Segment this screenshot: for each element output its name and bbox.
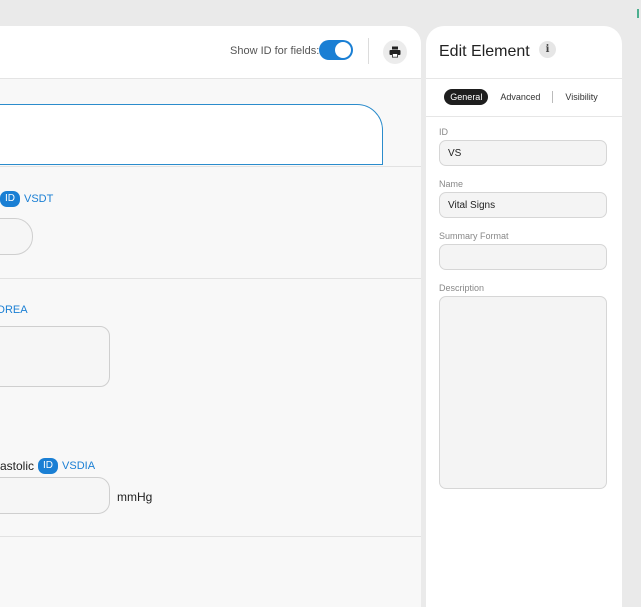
- tab-divider: [552, 91, 554, 103]
- diastolic-label: astolic: [0, 459, 35, 473]
- edit-element-title: Edit Element: [439, 43, 530, 60]
- row-divider: [0, 536, 421, 537]
- name-field-label: Name: [439, 179, 464, 189]
- description-label: Description: [439, 283, 485, 293]
- editor-title-divider: [426, 78, 622, 79]
- id-field-label: ID: [439, 127, 448, 137]
- name-field[interactable]: Vital Signs: [439, 192, 607, 218]
- builder-toolbar: Show ID for fields:: [0, 26, 421, 79]
- section-header-card[interactable]: [0, 104, 383, 165]
- resp-field-id: DREA: [0, 304, 28, 316]
- show-id-label: Show ID for fields:: [230, 45, 320, 57]
- id-badge: ID: [0, 191, 20, 207]
- show-id-toggle[interactable]: [319, 40, 353, 60]
- diastolic-input[interactable]: [0, 477, 110, 514]
- date-time-field-id: VSDT: [24, 193, 54, 205]
- row-divider: [0, 278, 421, 279]
- resp-input[interactable]: [0, 326, 110, 387]
- editor-tabs: General Advanced Visibility: [426, 88, 622, 106]
- summary-format-label: Summary Format: [439, 231, 509, 241]
- editor-tabs-divider: [426, 116, 622, 117]
- print-button[interactable]: [383, 40, 407, 64]
- info-icon[interactable]: i: [539, 41, 556, 58]
- diastolic-field-label: astolic ID VSDIA: [0, 458, 95, 474]
- diastolic-field-id: VSDIA: [62, 460, 96, 472]
- description-textarea[interactable]: [439, 296, 607, 489]
- date-time-input[interactable]: [0, 218, 33, 255]
- toolbar-divider: [368, 38, 369, 64]
- tab-visibility[interactable]: Visibility: [559, 89, 603, 105]
- tab-advanced[interactable]: Advanced: [494, 89, 546, 105]
- resp-field-label: DREA: [0, 304, 28, 316]
- tab-general[interactable]: General: [444, 89, 489, 105]
- section-divider: [0, 166, 421, 167]
- date-time-field-label: ID VSDT: [0, 191, 53, 207]
- id-badge: ID: [38, 458, 59, 474]
- toggle-knob: [335, 42, 351, 58]
- diastolic-unit: mmHg: [117, 490, 153, 504]
- id-field[interactable]: VS: [439, 140, 607, 166]
- edit-element-panel: Edit Element i General Advanced Visibili…: [426, 26, 622, 607]
- edge-marker: [637, 9, 639, 18]
- summary-format-field[interactable]: [439, 244, 607, 270]
- form-canvas: ID VSDT DREA astolic ID VSDIA mmHg: [0, 79, 421, 607]
- printer-icon: [389, 46, 401, 58]
- form-builder-panel: Show ID for fields: ID VSDT DREA astolic…: [0, 26, 421, 607]
